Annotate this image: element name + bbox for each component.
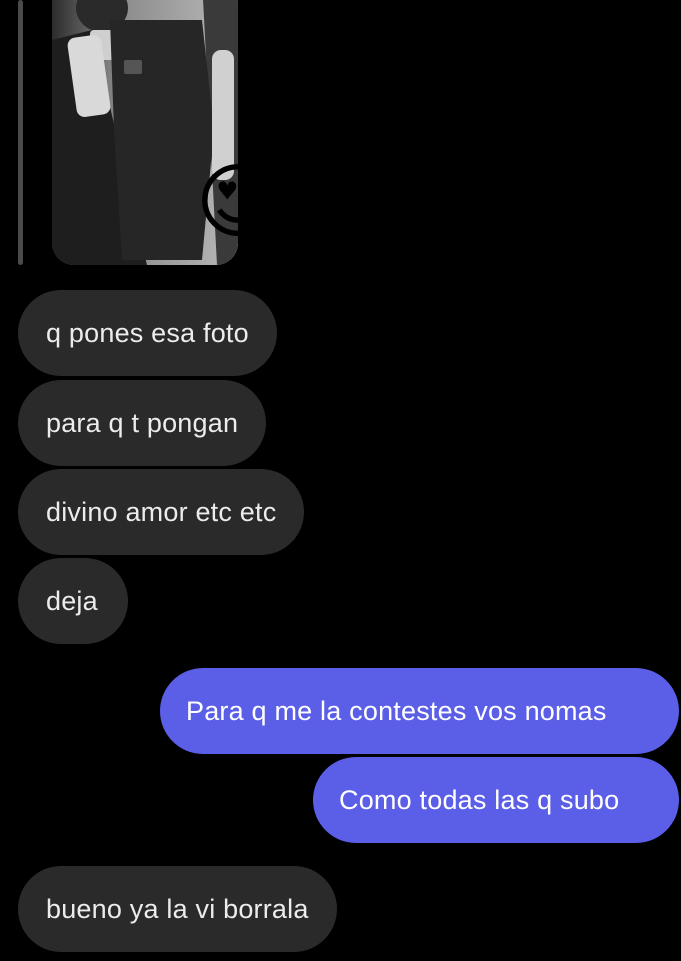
message-text: Como todas las q subo xyxy=(339,784,620,815)
message-bubble-incoming[interactable]: q pones esa foto xyxy=(18,290,277,376)
message-bubble-incoming[interactable]: bueno ya la vi borrala xyxy=(18,866,337,952)
message-text: Para q me la contestes vos nomas xyxy=(186,695,607,726)
message-bubble-outgoing[interactable]: Para q me la contestes vos nomas xyxy=(160,668,679,754)
message-bubble-incoming[interactable]: deja xyxy=(18,558,128,644)
message-text: deja xyxy=(46,585,98,616)
message-bubble-incoming[interactable]: divino amor etc etc xyxy=(18,469,305,555)
message-bubble-outgoing[interactable]: Como todas las q subo xyxy=(313,757,679,843)
message-text: para q t pongan xyxy=(46,407,239,438)
message-text: q pones esa foto xyxy=(46,317,249,348)
message-text: divino amor etc etc xyxy=(46,496,277,527)
message-text: bueno ya la vi borrala xyxy=(46,893,309,924)
message-bubble-incoming[interactable]: para q t pongan xyxy=(18,380,267,466)
heart-eyes-emoji-icon: 😍 xyxy=(195,155,281,250)
story-reply-indicator xyxy=(18,0,23,265)
